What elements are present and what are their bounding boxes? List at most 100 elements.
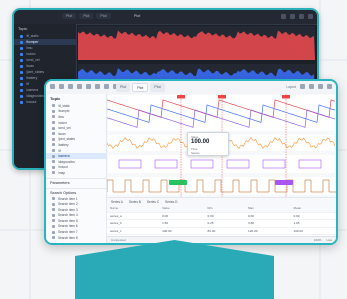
layout-icon[interactable] <box>300 84 305 89</box>
table-cell: 0.00 <box>244 212 291 221</box>
topic-icon <box>52 143 55 147</box>
topic-icon <box>20 46 23 50</box>
topic-icon <box>52 160 55 164</box>
checkbox-icon[interactable] <box>52 213 55 217</box>
record-icon[interactable] <box>95 84 100 89</box>
topic-label: /map <box>58 170 66 175</box>
search-option-label: Search item 6 <box>58 224 78 229</box>
checkbox-icon[interactable] <box>52 219 55 223</box>
topic-icon <box>20 76 23 80</box>
topic-icon <box>20 58 23 62</box>
more-icon[interactable] <box>327 84 332 89</box>
fullscreen-icon[interactable] <box>299 14 304 19</box>
table-header-cell[interactable]: Min <box>204 205 245 213</box>
table-row[interactable]: series_a 0.00 0.00 0.00 0.00 <box>107 212 336 221</box>
topic-label: /diagnostics <box>26 94 44 98</box>
plot-panel <box>107 175 336 197</box>
table-header-cell[interactable]: Mean <box>290 205 336 213</box>
topic-icon <box>52 121 55 125</box>
red-series-plot <box>78 26 315 60</box>
more-icon[interactable] <box>308 14 313 19</box>
checkbox-icon[interactable] <box>52 224 55 228</box>
legend-item[interactable]: Series B <box>129 200 141 204</box>
topic-icon <box>20 94 23 98</box>
light-sidebar-item[interactable]: /map <box>46 170 106 176</box>
light-tab-bar: Plot Plot Plot <box>116 83 165 92</box>
topic-icon <box>20 100 23 104</box>
topic-label: /tf_static <box>26 34 39 38</box>
legend-item[interactable]: Series D <box>165 200 177 204</box>
table-header-cell[interactable]: Name <box>107 205 160 213</box>
dark-tab[interactable]: Plot <box>79 13 94 19</box>
toolbar-icon-group <box>50 84 118 89</box>
menu-icon[interactable] <box>50 84 55 89</box>
event-marker <box>275 180 293 185</box>
topic-label: /cmd_vel <box>58 126 71 131</box>
checkbox-icon[interactable] <box>52 230 55 234</box>
topic-label: /odom <box>26 52 36 56</box>
pause-icon[interactable] <box>86 84 91 89</box>
status-right: 100% Live <box>314 238 332 242</box>
back-icon[interactable] <box>59 84 64 89</box>
legend-item[interactable]: Series C <box>147 200 159 204</box>
table-row[interactable]: series_c 100.00 80.00 120.00 100.00 <box>107 227 336 236</box>
table-header-cell[interactable]: Max <box>244 205 291 213</box>
topic-label: /tf_static <box>58 103 70 108</box>
light-tab-active[interactable]: Plot <box>132 83 149 92</box>
search-options-section[interactable]: Search Options <box>46 187 106 196</box>
light-topic-sidebar: Topic /tf_static/bumper/imu/odom/cmd_vel… <box>46 94 107 243</box>
purple-state-plot <box>107 153 336 175</box>
table-cell: 120.00 <box>244 227 291 236</box>
search-option-label: Search item 5 <box>58 218 78 223</box>
up-arrow-block <box>75 256 274 299</box>
zoom-icon[interactable] <box>104 84 109 89</box>
line-series-plot <box>107 94 336 133</box>
settings-icon[interactable] <box>309 84 314 89</box>
play-icon[interactable] <box>77 84 82 89</box>
topic-label: /imu <box>26 46 33 50</box>
zoom-level[interactable]: 100% <box>314 238 322 242</box>
layout-icon[interactable] <box>281 14 286 19</box>
forward-icon[interactable] <box>68 84 73 89</box>
table-cell: 100.00 <box>159 227 205 236</box>
light-tab[interactable]: Plot <box>116 83 131 92</box>
checkbox-icon[interactable] <box>52 197 55 201</box>
cursor-flag <box>282 95 290 99</box>
live-indicator[interactable]: Live <box>326 238 332 242</box>
topic-label: /bumper <box>58 109 70 114</box>
light-tab[interactable]: Plot <box>150 83 165 92</box>
checkbox-icon[interactable] <box>52 202 55 206</box>
table-header-row: Name Value Min Max Mean <box>107 205 336 213</box>
topic-label: /battery <box>26 76 38 80</box>
layout-label[interactable]: Layout <box>286 85 296 89</box>
table-cell: 0.00 <box>159 212 205 221</box>
legend-item[interactable]: Series A <box>111 200 123 204</box>
topic-label: /joint_states <box>26 70 45 74</box>
checkbox-icon[interactable] <box>52 236 55 240</box>
table-cell: 80.00 <box>204 227 245 236</box>
topic-icon <box>52 171 55 175</box>
dark-tab[interactable]: Plot <box>96 13 111 19</box>
checkbox-icon[interactable] <box>52 208 55 212</box>
dark-window-title: Plot <box>134 14 141 18</box>
topic-label: /diagnostics <box>58 159 75 164</box>
event-marker <box>169 180 187 185</box>
topic-label: /battery <box>58 142 69 147</box>
share-icon[interactable] <box>318 84 323 89</box>
table-header-cell[interactable]: Value <box>159 205 205 213</box>
step-series-plot <box>107 175 336 197</box>
dark-tab[interactable]: Plot <box>62 13 77 19</box>
up-arrow-tip <box>75 240 274 256</box>
parameters-section[interactable]: Parameters <box>46 177 106 186</box>
value-tooltip: Value 100.00 Time Series <box>187 132 229 156</box>
tooltip-row: Series <box>191 151 200 155</box>
table-cell: 0.00 <box>290 212 336 221</box>
search-option-label: Search item 4 <box>58 213 78 218</box>
topic-icon <box>52 115 55 119</box>
search-option-label: Search item 2 <box>58 202 78 207</box>
table-cell: 0.00 <box>204 212 245 221</box>
table-row[interactable]: series_b 1.50 0.25 3.80 1.95 <box>107 219 336 228</box>
topic-icon <box>20 88 23 92</box>
light-toolbar-right: Layout <box>286 84 332 89</box>
settings-icon[interactable] <box>290 14 295 19</box>
